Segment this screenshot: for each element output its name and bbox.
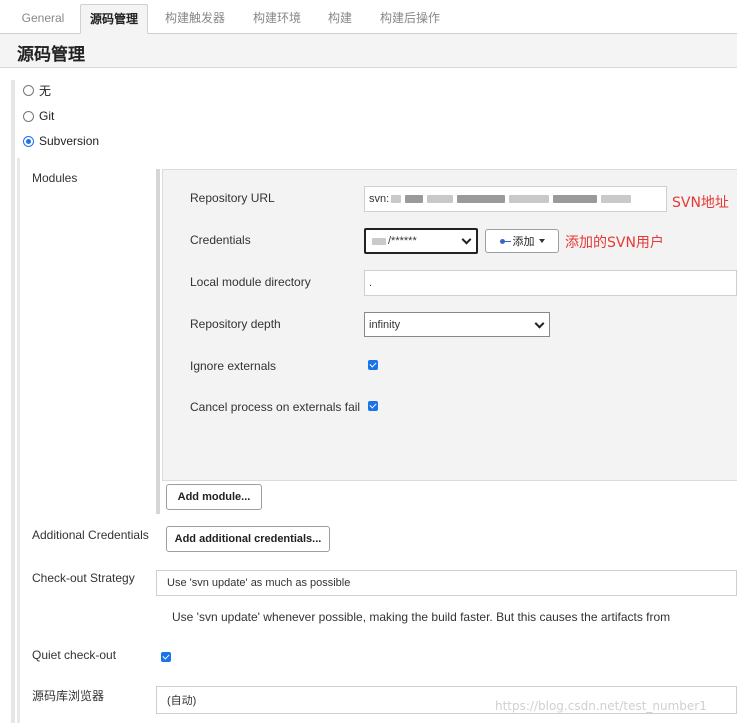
chevron-down-icon (461, 234, 472, 245)
add-additional-credentials-button[interactable]: Add additional credentials... (166, 526, 330, 552)
repository-depth-selected-value: infinity (369, 318, 401, 331)
scm-option-label: Subversion (39, 134, 100, 148)
local-module-directory-label: Local module directory (190, 275, 311, 289)
repository-depth-select[interactable]: infinity (364, 312, 550, 337)
modules-label: Modules (32, 171, 78, 185)
tab-post-build-actions[interactable]: 构建后操作 (370, 4, 450, 34)
checkout-strategy-help: Use 'svn update' whenever possible, maki… (172, 610, 671, 624)
redacted-text (509, 195, 550, 203)
repository-depth-label: Repository depth (190, 317, 281, 331)
repo-browser-selected-value: (自动) (167, 695, 197, 707)
watermark: https://blog.csdn.net/test_number1 (495, 699, 707, 713)
checkout-strategy-selected-value: Use 'svn update' as much as possible (167, 577, 351, 589)
quiet-checkout-label: Quiet check-out (32, 648, 117, 662)
redacted-text (372, 237, 386, 245)
config-tabs: General 源码管理 构建触发器 构建环境 构建 构建后操作 (0, 0, 737, 34)
tab-source-code-management[interactable]: 源码管理 (80, 4, 148, 34)
scm-option-git[interactable]: Git (23, 107, 54, 125)
repo-browser-label: 源码库浏览器 (32, 689, 105, 703)
chevron-down-icon (534, 318, 545, 329)
repository-url-label: Repository URL (190, 191, 275, 205)
scm-option-subversion[interactable]: Subversion (23, 132, 99, 150)
redacted-text (553, 195, 598, 203)
caret-down-icon (538, 239, 545, 243)
redacted-text (457, 195, 506, 203)
checkout-strategy-label: Check-out Strategy (32, 571, 135, 585)
redacted-text (427, 195, 454, 203)
tab-build-triggers[interactable]: 构建触发器 (156, 4, 234, 34)
redacted-text (405, 195, 424, 203)
radio-button[interactable] (23, 110, 34, 122)
add-button-label: 添加 (512, 236, 535, 248)
redacted-text (601, 195, 632, 203)
repository-url-annotation: SVN地址 (672, 195, 729, 211)
additional-credentials-label: Additional Credentials (32, 528, 149, 542)
tab-build[interactable]: 构建 (320, 4, 360, 34)
section-header: 源码管理 (0, 34, 737, 68)
radio-button[interactable] (23, 84, 34, 96)
local-module-directory-input[interactable]: . (364, 270, 737, 296)
credentials-select[interactable]: /****** (364, 228, 478, 254)
scm-option-label: 无 (39, 83, 52, 98)
local-module-directory-value: . (369, 277, 373, 289)
subsection-rail (17, 158, 20, 723)
key-icon (499, 238, 511, 244)
add-credentials-button[interactable]: 添加 (485, 229, 559, 253)
section-title: 源码管理 (17, 45, 85, 65)
scm-option-label: Git (39, 109, 55, 123)
checkout-strategy-select[interactable]: Use 'svn update' as much as possible (156, 570, 737, 596)
tab-general[interactable]: General (12, 4, 74, 34)
redacted-text (391, 195, 402, 203)
add-module-button[interactable]: Add module... (166, 484, 262, 510)
cancel-process-checkbox[interactable] (368, 401, 378, 411)
credentials-selected-value: /****** (388, 235, 417, 247)
repository-url-prefix: svn: (369, 193, 390, 205)
repository-url-input[interactable]: svn: (364, 186, 667, 212)
section-rail (11, 80, 15, 723)
ignore-externals-checkbox[interactable] (368, 360, 378, 370)
modules-rail (156, 169, 160, 514)
ignore-externals-label: Ignore externals (190, 359, 277, 373)
tab-build-environment[interactable]: 构建环境 (244, 4, 310, 34)
credentials-label: Credentials (190, 233, 251, 247)
cancel-process-label: Cancel process on externals fail (190, 400, 361, 414)
radio-button-selected[interactable] (23, 135, 34, 147)
scm-option-none[interactable]: 无 (23, 81, 51, 99)
quiet-checkout-checkbox[interactable] (161, 652, 171, 662)
credentials-annotation: 添加的SVN用户 (565, 235, 664, 251)
